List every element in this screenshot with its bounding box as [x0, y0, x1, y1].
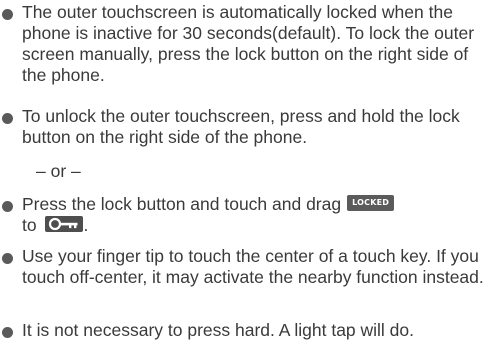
bullet-icon: [2, 327, 13, 338]
list-item-text: Use your finger tip to touch the center …: [22, 246, 484, 287]
bullet-icon: [2, 201, 13, 212]
list-item-text: The outer touchscreen is automatically l…: [22, 2, 475, 85]
list-item-text: Press the lock button and touch and drag…: [22, 194, 492, 236]
list-item-text: It is not necessary to press hard. A lig…: [22, 320, 415, 340]
or-separator: – or –: [36, 161, 81, 181]
key-icon: [45, 216, 84, 233]
bullet-icon: [2, 113, 13, 124]
list-item-unlock: To unlock the outer touchscreen, press a…: [22, 106, 492, 148]
bullet-icon: [2, 253, 13, 264]
list-item-drag-unlock: Press the lock button and touch and drag…: [22, 194, 492, 236]
list-item-text: To unlock the outer touchscreen, press a…: [22, 106, 460, 147]
drag-text-after: .: [83, 215, 89, 235]
bullet-icon: [2, 9, 13, 20]
locked-badge: LOCKED: [347, 195, 395, 212]
list-item-auto-lock: The outer touchscreen is automatically l…: [22, 2, 492, 86]
list-item-touch-center: Use your finger tip to touch the center …: [22, 246, 492, 288]
drag-text-before: Press the lock button and touch and drag: [22, 194, 342, 214]
drag-text-mid: to: [22, 215, 37, 235]
list-item-light-tap: It is not necessary to press hard. A lig…: [22, 320, 492, 341]
instruction-page: The outer touchscreen is automatically l…: [0, 0, 496, 348]
